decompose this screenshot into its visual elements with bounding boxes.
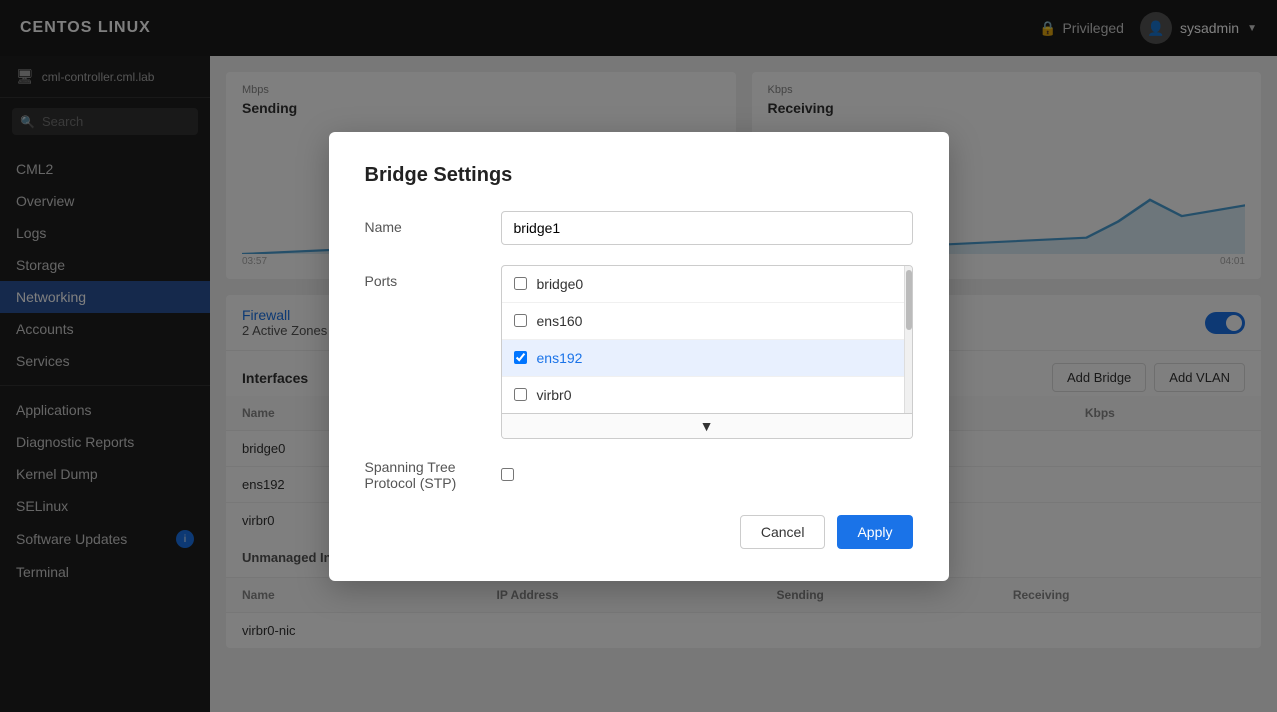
modal-title: Bridge Settings [365, 164, 913, 187]
ports-form-row: Ports bridge0 ens160 [365, 265, 913, 439]
name-label: Name [365, 211, 485, 235]
stp-row: Spanning Tree Protocol (STP) [365, 459, 913, 491]
port-label-ens192[interactable]: ens192 [537, 350, 583, 366]
stp-label: Spanning Tree Protocol (STP) [365, 459, 485, 491]
cancel-button[interactable]: Cancel [740, 515, 826, 549]
port-checkbox-virbr0[interactable] [514, 388, 527, 401]
port-item-bridge0[interactable]: bridge0 [502, 266, 904, 303]
name-field-wrapper [501, 211, 913, 245]
ports-scroll-main: bridge0 ens160 ens192 [502, 266, 904, 413]
port-checkbox-ens160[interactable] [514, 314, 527, 327]
modal-overlay: Bridge Settings Name Ports bridge0 [0, 0, 1277, 712]
ports-field-wrapper: bridge0 ens160 ens192 [501, 265, 913, 439]
ports-label: Ports [365, 265, 485, 289]
modal-footer: Cancel Apply [365, 515, 913, 549]
bridge-settings-modal: Bridge Settings Name Ports bridge0 [329, 132, 949, 581]
stp-checkbox[interactable] [501, 468, 514, 481]
port-item-ens160[interactable]: ens160 [502, 303, 904, 340]
port-item-ens192[interactable]: ens192 [502, 340, 904, 377]
ports-scrollbar[interactable] [904, 266, 912, 413]
port-label-ens160[interactable]: ens160 [537, 313, 583, 329]
port-checkbox-bridge0[interactable] [514, 277, 527, 290]
name-form-row: Name [365, 211, 913, 245]
chevron-down-icon: ▼ [700, 418, 714, 434]
port-checkbox-ens192[interactable] [514, 351, 527, 364]
port-label-bridge0[interactable]: bridge0 [537, 276, 584, 292]
ports-list: bridge0 ens160 ens192 [501, 265, 913, 439]
ports-dropdown-arrow[interactable]: ▼ [502, 413, 912, 438]
apply-button[interactable]: Apply [837, 515, 912, 549]
bridge-name-input[interactable] [501, 211, 913, 245]
scrollbar-thumb [906, 270, 912, 330]
port-item-virbr0[interactable]: virbr0 [502, 377, 904, 413]
port-label-virbr0[interactable]: virbr0 [537, 387, 572, 403]
ports-scroll-container: bridge0 ens160 ens192 [502, 266, 912, 413]
